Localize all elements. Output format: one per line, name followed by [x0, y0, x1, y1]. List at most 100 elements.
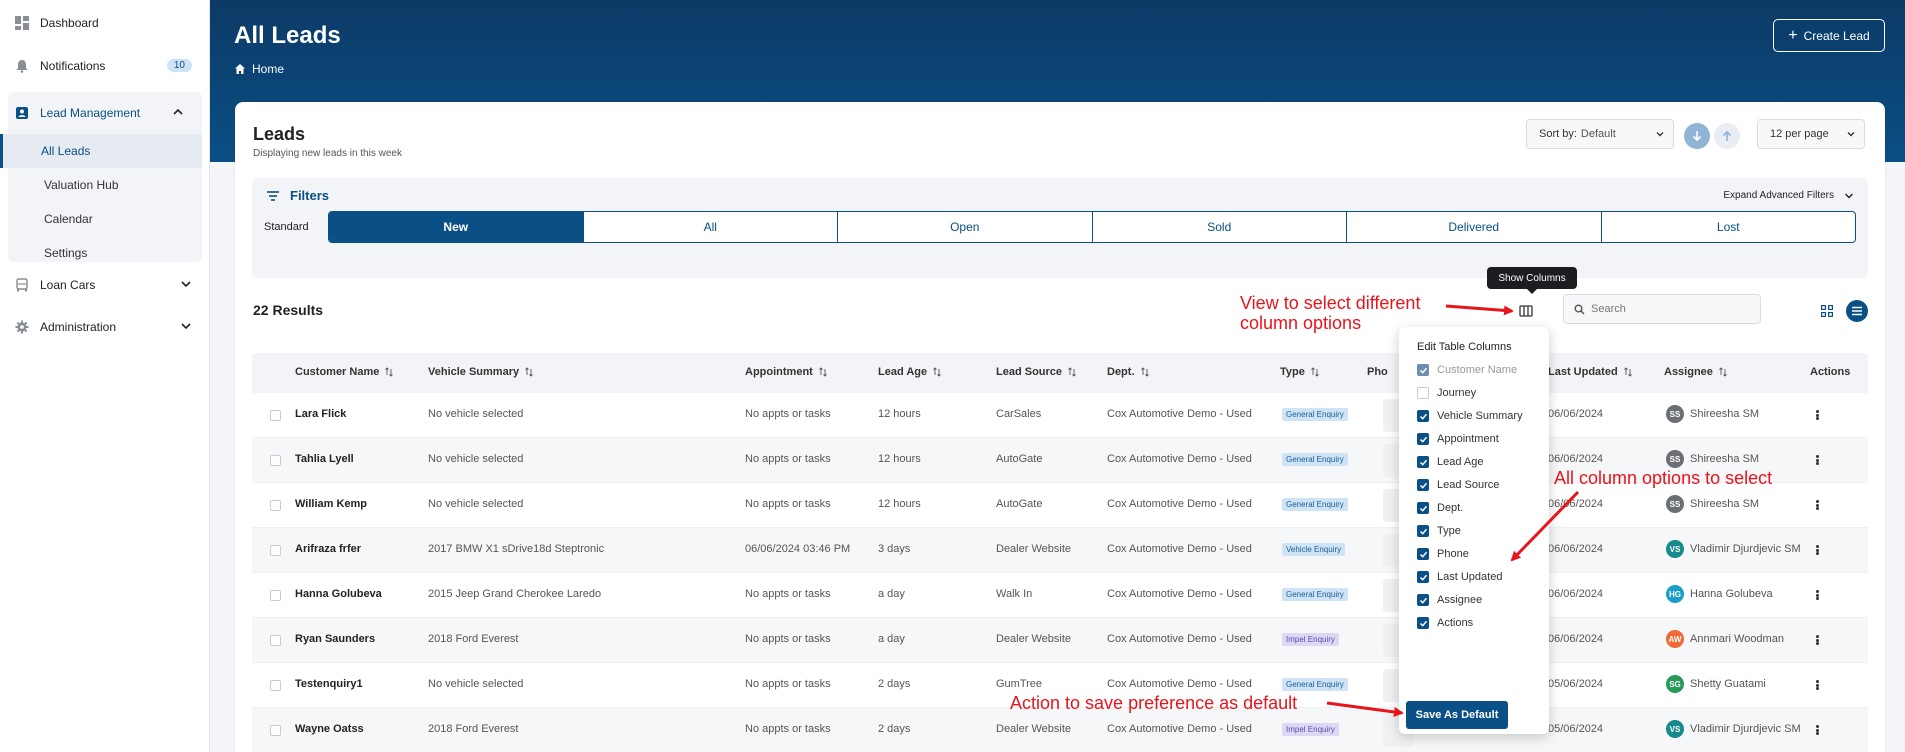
- sort-icon: [1623, 367, 1632, 377]
- cell-last-updated: 06/06/2024: [1548, 498, 1604, 510]
- tab-open[interactable]: Open: [838, 212, 1093, 242]
- col-vehicle-summary[interactable]: Vehicle Summary: [428, 366, 533, 378]
- col-lead-source[interactable]: Lead Source: [996, 366, 1076, 378]
- edit-columns-popup: Edit Table Columns Customer Name Journey V…: [1399, 327, 1549, 734]
- column-option[interactable]: Type: [1417, 525, 1461, 537]
- search-input[interactable]: [1591, 303, 1751, 315]
- checkbox[interactable]: [1417, 617, 1429, 629]
- filters-panel: Filters Expand Advanced Filters Standard…: [252, 178, 1868, 278]
- checkbox[interactable]: [1417, 571, 1429, 583]
- tab-all[interactable]: All: [584, 212, 838, 242]
- nav-lead-management[interactable]: Lead Management: [8, 92, 202, 134]
- row-checkbox[interactable]: [270, 725, 281, 736]
- col-phone[interactable]: Pho: [1367, 366, 1388, 378]
- col-appointment[interactable]: Appointment: [745, 366, 827, 378]
- checkbox[interactable]: [1417, 364, 1429, 376]
- breadcrumb-home[interactable]: Home: [252, 62, 284, 76]
- checkbox[interactable]: [1417, 594, 1429, 606]
- row-checkbox[interactable]: [270, 500, 281, 511]
- type-badge: General Enquiry: [1282, 408, 1348, 421]
- cell-customer-name[interactable]: Wayne Oatss: [295, 723, 364, 735]
- checkbox[interactable]: [1417, 433, 1429, 445]
- cell-dept: Cox Automotive Demo - Used: [1107, 678, 1252, 690]
- table-row[interactable]: William Kemp No vehicle selected No appts …: [252, 483, 1868, 528]
- row-checkbox[interactable]: [270, 635, 281, 646]
- col-label: Actions: [1810, 366, 1851, 378]
- row-checkbox[interactable]: [270, 590, 281, 601]
- cell-customer-name[interactable]: Ryan Saunders: [295, 633, 375, 645]
- row-actions-icon[interactable]: [1812, 588, 1822, 602]
- row-actions-icon[interactable]: [1812, 498, 1822, 512]
- column-option[interactable]: Vehicle Summary: [1417, 410, 1523, 422]
- row-actions-icon[interactable]: [1812, 453, 1822, 467]
- row-actions-icon[interactable]: [1812, 408, 1822, 422]
- column-option[interactable]: Phone: [1417, 548, 1469, 560]
- row-checkbox[interactable]: [270, 455, 281, 466]
- create-lead-button[interactable]: + Create Lead: [1773, 19, 1885, 52]
- sort-desc-button[interactable]: [1684, 123, 1710, 149]
- per-page-select[interactable]: 12 per page: [1757, 119, 1865, 149]
- table-row[interactable]: Arifraza frfer 2017 BMW X1 sDrive18d Step…: [252, 528, 1868, 573]
- grid-view-button[interactable]: [1816, 300, 1838, 322]
- row-actions-icon[interactable]: [1812, 543, 1822, 557]
- col-customer-name[interactable]: Customer Name: [295, 366, 394, 378]
- checkbox[interactable]: [1417, 479, 1429, 491]
- cell-customer-name[interactable]: Testenquiry1: [295, 678, 363, 690]
- sidebar-item-valuation-hub[interactable]: Valuation Hub: [8, 168, 202, 202]
- nav-notifications[interactable]: Notifications 10: [0, 45, 210, 87]
- expand-advanced-filters[interactable]: Expand Advanced Filters: [1723, 190, 1854, 201]
- tab-sold[interactable]: Sold: [1093, 212, 1347, 242]
- cell-customer-name[interactable]: Lara Flick: [295, 408, 346, 420]
- tab-new[interactable]: New: [329, 212, 584, 242]
- cell-customer-name[interactable]: William Kemp: [295, 498, 367, 510]
- col-dept[interactable]: Dept.: [1107, 366, 1149, 378]
- row-actions-icon[interactable]: [1812, 633, 1822, 647]
- table-row[interactable]: Wayne Oatss 2018 Ford Everest No appts or …: [252, 708, 1868, 752]
- sidebar-item-calendar[interactable]: Calendar: [8, 202, 202, 236]
- table-row[interactable]: Ryan Saunders 2018 Ford Everest No appts o…: [252, 618, 1868, 663]
- cell-vehicle-summary: No vehicle selected: [428, 453, 524, 465]
- list-view-button[interactable]: [1846, 300, 1868, 322]
- results-count: 22 Results: [253, 302, 324, 318]
- column-option[interactable]: Lead Source: [1417, 479, 1499, 491]
- checkbox[interactable]: [1417, 387, 1429, 399]
- column-option[interactable]: Appointment: [1417, 433, 1499, 445]
- nav-administration[interactable]: Administration: [0, 306, 210, 348]
- nav-loan-cars[interactable]: Loan Cars: [0, 264, 210, 306]
- tab-delivered[interactable]: Delivered: [1347, 212, 1602, 242]
- sidebar-item-all-leads[interactable]: All Leads: [0, 134, 202, 168]
- sort-asc-button[interactable]: [1714, 123, 1740, 149]
- cell-customer-name[interactable]: Tahlia Lyell: [295, 453, 354, 465]
- tab-lost[interactable]: Lost: [1602, 212, 1856, 242]
- cell-customer-name[interactable]: Arifraza frfer: [295, 543, 361, 555]
- save-as-default-button[interactable]: Save As Default: [1406, 701, 1508, 729]
- column-option[interactable]: Lead Age: [1417, 456, 1484, 468]
- checkbox[interactable]: [1417, 548, 1429, 560]
- cell-customer-name[interactable]: Hanna Golubeva: [295, 588, 382, 600]
- col-assignee[interactable]: Assignee: [1664, 366, 1727, 378]
- nav-dashboard[interactable]: Dashboard: [0, 2, 210, 44]
- table-row[interactable]: Lara Flick No vehicle selected No appts or…: [252, 393, 1868, 438]
- column-option[interactable]: Actions: [1417, 617, 1473, 629]
- row-checkbox[interactable]: [270, 680, 281, 691]
- checkbox[interactable]: [1417, 502, 1429, 514]
- col-lead-age[interactable]: Lead Age: [878, 366, 941, 378]
- show-columns-button[interactable]: [1515, 300, 1537, 322]
- row-actions-icon[interactable]: [1812, 678, 1822, 692]
- col-type[interactable]: Type: [1280, 366, 1319, 378]
- col-last-updated[interactable]: Last Updated: [1548, 366, 1632, 378]
- checkbox[interactable]: [1417, 456, 1429, 468]
- row-checkbox[interactable]: [270, 545, 281, 556]
- table-row[interactable]: Hanna Golubeva 2015 Jeep Grand Cherokee L…: [252, 573, 1868, 618]
- breadcrumb[interactable]: Home: [234, 62, 284, 76]
- checkbox[interactable]: [1417, 410, 1429, 422]
- sort-select[interactable]: Sort by: Default: [1526, 119, 1674, 149]
- column-option[interactable]: Journey: [1417, 387, 1476, 399]
- row-checkbox[interactable]: [270, 410, 281, 421]
- column-option[interactable]: Dept.: [1417, 502, 1463, 514]
- search-box[interactable]: [1563, 294, 1761, 324]
- row-actions-icon[interactable]: [1812, 723, 1822, 737]
- column-option[interactable]: Last Updated: [1417, 571, 1502, 583]
- column-option[interactable]: Assignee: [1417, 594, 1482, 606]
- checkbox[interactable]: [1417, 525, 1429, 537]
